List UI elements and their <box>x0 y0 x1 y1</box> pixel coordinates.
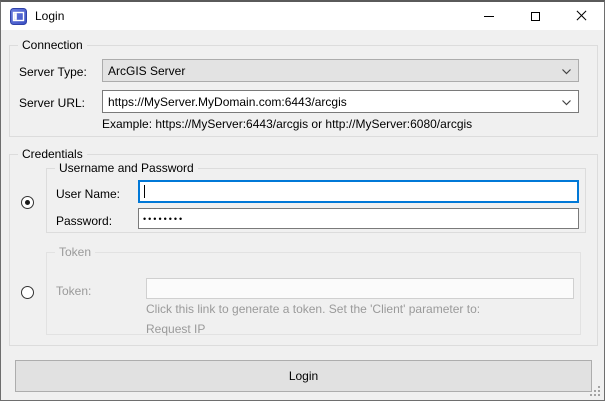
app-form-icon <box>10 8 27 25</box>
text-caret <box>144 185 145 198</box>
server-type-label: Server Type: <box>19 65 87 79</box>
username-password-radio[interactable] <box>21 196 34 209</box>
token-help-text: Click this link to generate a token. Set… <box>146 302 480 316</box>
token-label: Token: <box>56 284 91 298</box>
connection-group-label: Connection <box>18 38 87 52</box>
title-bar[interactable]: Login <box>1 2 604 30</box>
window-title: Login <box>35 9 64 23</box>
maximize-button[interactable] <box>512 2 558 30</box>
maximize-icon <box>531 12 540 21</box>
server-type-select[interactable]: ArcGIS Server <box>102 59 579 82</box>
password-input[interactable] <box>138 208 579 229</box>
close-icon <box>576 11 586 21</box>
login-button[interactable]: Login <box>15 360 592 392</box>
token-radio[interactable] <box>21 286 34 299</box>
credentials-group-label: Credentials <box>18 147 87 161</box>
server-url-value: https://MyServer.MyDomain.com:6443/arcgi… <box>108 95 347 109</box>
password-label: Password: <box>56 214 112 228</box>
chevron-down-icon <box>562 69 571 75</box>
server-url-label: Server URL: <box>19 96 85 110</box>
minimize-icon <box>484 16 494 17</box>
server-url-combobox[interactable]: https://MyServer.MyDomain.com:6443/arcgi… <box>102 90 579 113</box>
server-url-example-text: Example: https://MyServer:6443/arcgis or… <box>102 117 472 131</box>
login-button-label: Login <box>289 369 318 383</box>
username-password-group-label: Username and Password <box>55 161 198 175</box>
token-input[interactable] <box>146 278 574 299</box>
minimize-button[interactable] <box>466 2 512 30</box>
caption-buttons <box>466 2 604 30</box>
close-button[interactable] <box>558 2 604 30</box>
server-type-value: ArcGIS Server <box>108 64 185 78</box>
token-group-label: Token <box>55 245 95 259</box>
login-dialog: Login Connection Server Type: ArcGIS Ser… <box>0 0 605 401</box>
username-input[interactable] <box>138 180 579 203</box>
resize-grip-icon[interactable] <box>589 385 602 398</box>
token-client-value: Request IP <box>146 322 205 336</box>
radio-dot <box>25 200 30 205</box>
chevron-down-icon <box>562 100 571 106</box>
username-label: User Name: <box>56 187 120 201</box>
